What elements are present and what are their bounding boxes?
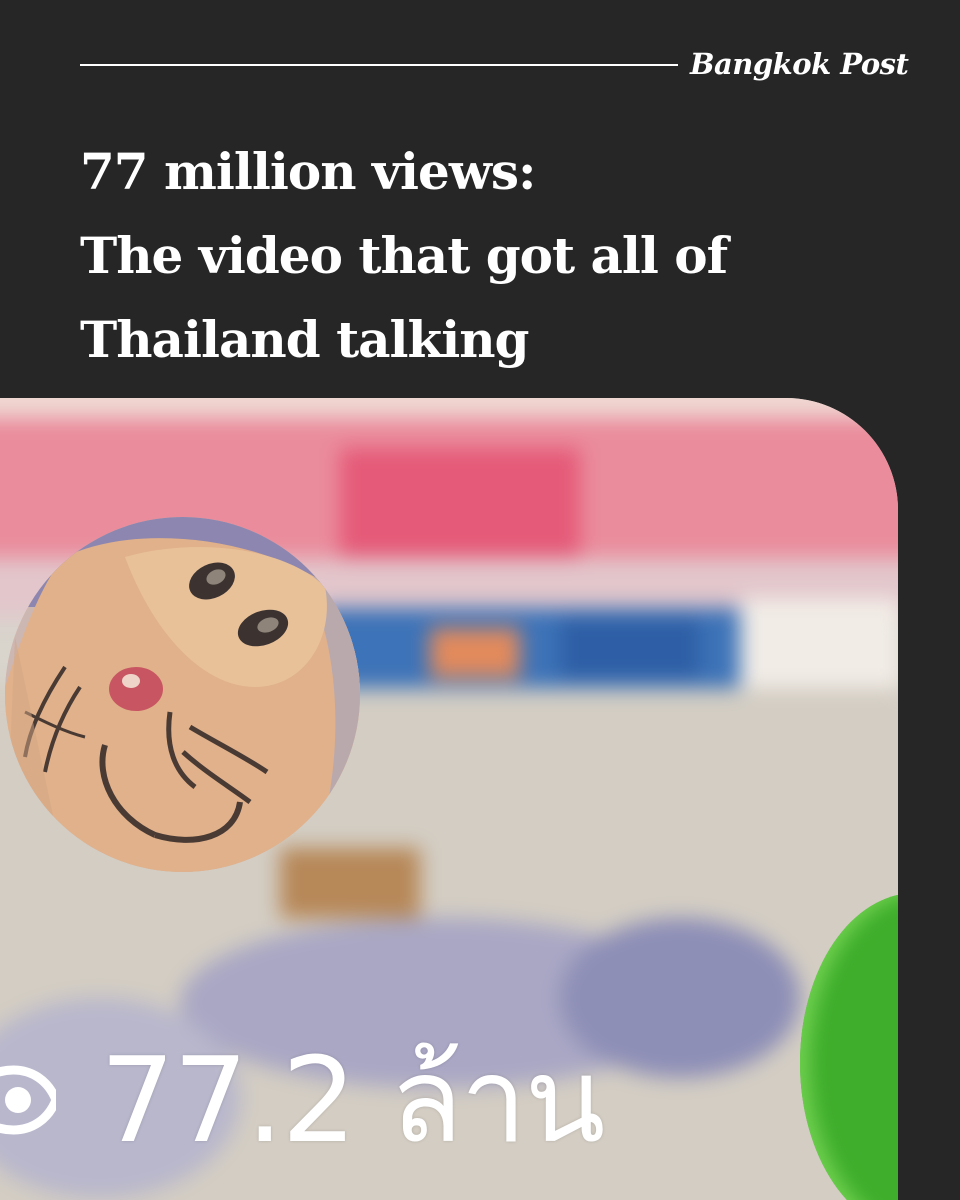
eye-icon	[0, 1065, 56, 1135]
view-counter: 77.2 ล้าน	[0, 1030, 605, 1170]
headline-line-3: Thailand talking	[80, 310, 530, 369]
header-rule	[80, 64, 678, 66]
view-count: 77.2 ล้าน	[100, 1031, 605, 1169]
headline-line-1: 77 million views:	[80, 142, 537, 201]
headline: 77 million views: The video that got all…	[80, 130, 900, 382]
brand-logo: Bangkok Post	[690, 47, 909, 81]
cartoon-face-icon	[5, 517, 360, 872]
headline-line-2: The video that got all of	[80, 226, 728, 285]
video-frame[interactable]: 77.2 ล้าน	[0, 398, 898, 1200]
